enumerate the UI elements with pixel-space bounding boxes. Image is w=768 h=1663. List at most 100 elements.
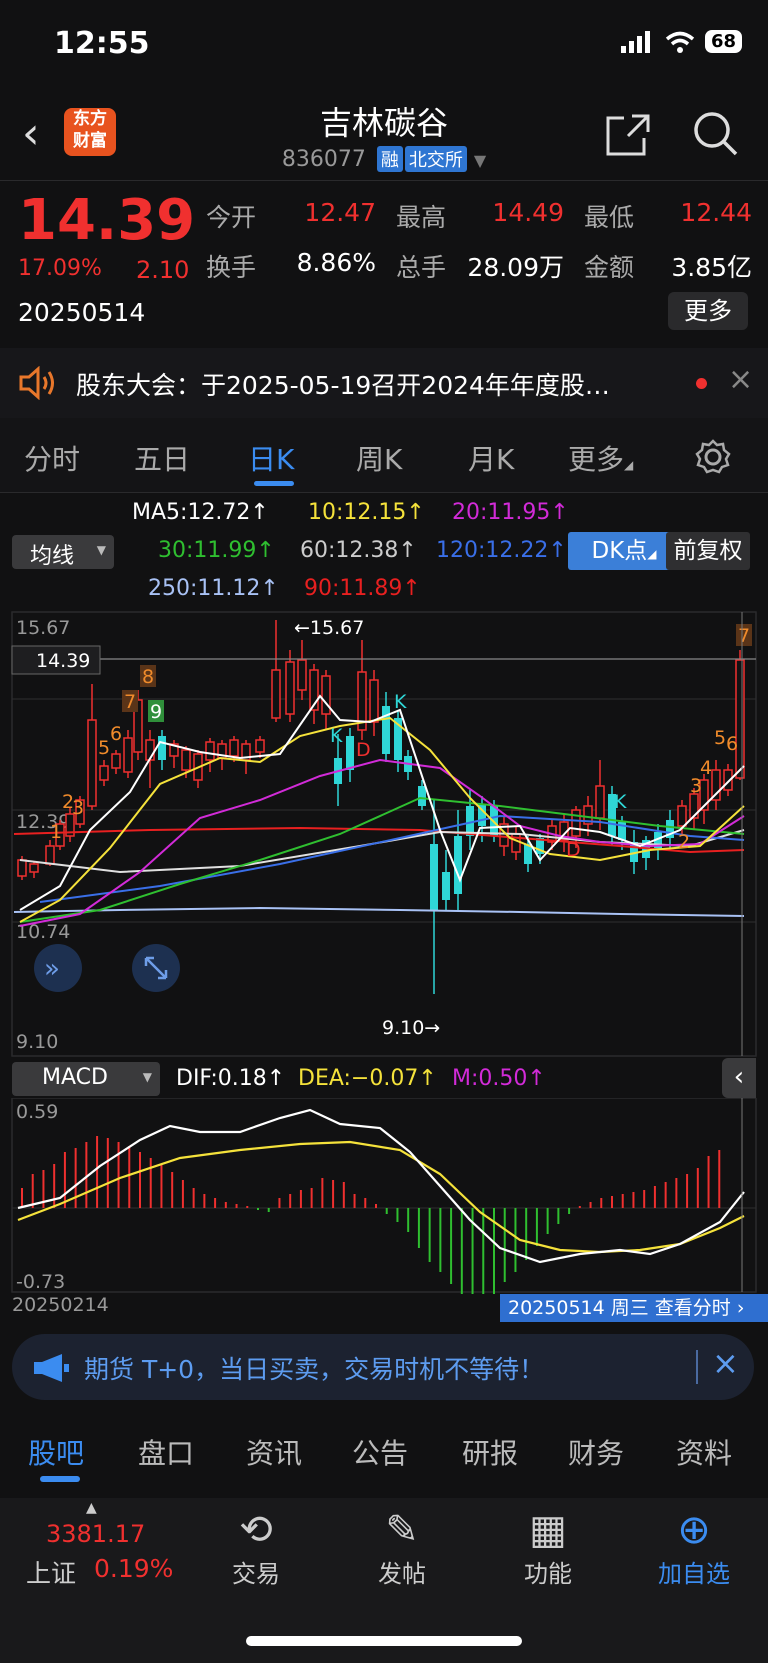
svg-text:9: 9: [150, 701, 162, 723]
svg-text:7: 7: [738, 625, 750, 647]
view-intraday-link[interactable]: 20250514 周三 查看分时 ›: [500, 1294, 768, 1322]
candle-body: [454, 836, 462, 894]
candle-body: [297, 659, 307, 691]
close-icon[interactable]: ×: [712, 1344, 739, 1382]
svg-text:7: 7: [124, 691, 136, 713]
share-icon[interactable]: [604, 112, 652, 158]
candle-body: [595, 785, 605, 819]
grid-icon: ▦: [529, 1507, 567, 1553]
wifi-icon: [665, 31, 695, 53]
caret-up-icon: ▲: [86, 1500, 97, 1516]
turnover-value: 8.86%: [296, 248, 376, 277]
nav-add-watchlist[interactable]: ⊕ 加自选: [634, 1506, 754, 1589]
ma-select[interactable]: 均线 ▼: [12, 535, 114, 569]
ma20-value: 20:11.95↑: [452, 500, 569, 525]
candle-body: [158, 736, 166, 760]
nav-functions[interactable]: ▦ 功能: [488, 1506, 608, 1589]
candle-body: [735, 659, 745, 779]
close-icon[interactable]: ×: [728, 362, 753, 397]
dk-point-button[interactable]: DK点◢: [568, 532, 680, 570]
candle-body: [677, 805, 687, 827]
svg-text:3: 3: [72, 797, 84, 819]
candle-body: [271, 669, 281, 719]
active-tab-underline: [254, 481, 294, 486]
tab-monthly-k[interactable]: 月K: [468, 438, 514, 478]
index-change[interactable]: 0.19%: [94, 1554, 173, 1583]
svg-text:6: 6: [110, 723, 122, 745]
low-marker: 9.10→: [382, 1017, 440, 1039]
tab-intraday[interactable]: 分时: [24, 438, 80, 478]
settings-gear-icon[interactable]: [694, 438, 732, 476]
amount-label: 金额: [584, 253, 635, 282]
nav-post[interactable]: ✎ 发帖: [342, 1506, 462, 1589]
svg-text:5: 5: [98, 737, 110, 759]
nav-trade[interactable]: ⟲ 交易: [196, 1506, 316, 1589]
candle-body: [654, 832, 662, 850]
kline-chart[interactable]: 15.67 12.39 10.74 9.10 14.39 ←15.67 9.10…: [0, 610, 768, 1058]
index-name[interactable]: 上证: [26, 1554, 76, 1590]
macd-select[interactable]: MACD ▼: [12, 1062, 160, 1096]
promo-banner[interactable]: 期货 T+0，当日买卖，交易时机不等待！ ×: [12, 1334, 754, 1400]
stock-title: 吉林碳谷: [319, 104, 448, 142]
macd-m: M:0.50↑: [452, 1066, 546, 1091]
svg-text:5: 5: [714, 727, 726, 749]
candle-body: [418, 786, 426, 806]
tab-more[interactable]: 更多◢: [568, 438, 633, 478]
candles-group: [17, 620, 745, 994]
collapse-left-icon[interactable]: ‹: [722, 1058, 756, 1098]
tab-research[interactable]: 研报: [462, 1432, 518, 1472]
macd-axis-bottom: -0.73: [16, 1271, 65, 1293]
candle-body: [29, 863, 39, 873]
megaphone-icon: [34, 1354, 69, 1382]
fullscreen-icon[interactable]: [132, 944, 180, 992]
search-icon[interactable]: [692, 110, 740, 158]
current-price-tag: 14.39: [36, 650, 90, 672]
ma250-value: 250:11.12↑: [148, 576, 279, 601]
tab-order-book[interactable]: 盘口: [138, 1432, 194, 1472]
forward-adjust-button[interactable]: 前复权: [666, 532, 750, 570]
axis-top-label: 15.67: [16, 617, 70, 639]
candle-body: [255, 739, 265, 753]
candle-body: [285, 661, 295, 715]
candle-body: [111, 753, 121, 769]
ma120-value: 120:12.22↑: [436, 538, 567, 563]
svg-text:6: 6: [726, 733, 738, 755]
candle-body: [382, 706, 390, 754]
macd-axis-top: 0.59: [16, 1101, 58, 1123]
expand-left-icon[interactable]: »: [34, 944, 82, 992]
macd-dif: DIF:0.18↑: [176, 1066, 286, 1091]
svg-text:K: K: [614, 791, 627, 813]
tab-daily-k[interactable]: 日K: [248, 438, 294, 478]
tab-forum[interactable]: 股吧: [28, 1432, 84, 1472]
candle-body: [205, 741, 215, 761]
svg-text:4: 4: [700, 757, 712, 779]
tab-weekly-k[interactable]: 周K: [356, 438, 402, 478]
svg-text:»: »: [44, 954, 60, 984]
tab-finance[interactable]: 财务: [568, 1432, 624, 1472]
candle-body: [346, 736, 354, 770]
stock-code-line[interactable]: 836077 融北交所 ▼: [0, 146, 768, 172]
notice-bar[interactable]: 股东大会：于2025-05-19召开2024年年度股… ×: [0, 348, 768, 418]
change-percent: 17.09%: [18, 256, 102, 281]
dif-line: [17, 1108, 745, 1264]
macd-dea: DEA:−0.07↑: [298, 1066, 437, 1091]
index-value[interactable]: 3381.17: [46, 1520, 145, 1548]
macd-chart[interactable]: 0.59 -0.73: [0, 1098, 768, 1294]
low-value: 12.44: [680, 198, 752, 227]
ma30-value: 30:11.99↑: [158, 538, 275, 563]
tab-profile[interactable]: 资料: [676, 1432, 732, 1472]
svg-text:1: 1: [50, 821, 62, 843]
speaker-icon: [19, 366, 54, 400]
high-label: 最高: [396, 203, 447, 232]
candle-body: [571, 809, 581, 837]
candle-body: [45, 845, 55, 865]
more-quote-button[interactable]: 更多: [668, 292, 748, 330]
yen-exchange-icon: ⟲: [239, 1507, 273, 1553]
signal-icon: [620, 30, 650, 53]
candle-body: [99, 765, 109, 781]
tab-five-day[interactable]: 五日: [134, 438, 190, 478]
tab-news[interactable]: 资讯: [246, 1432, 302, 1472]
tab-announcements[interactable]: 公告: [352, 1432, 408, 1472]
high-value: 14.49: [492, 198, 564, 227]
svg-text:8: 8: [142, 666, 154, 688]
